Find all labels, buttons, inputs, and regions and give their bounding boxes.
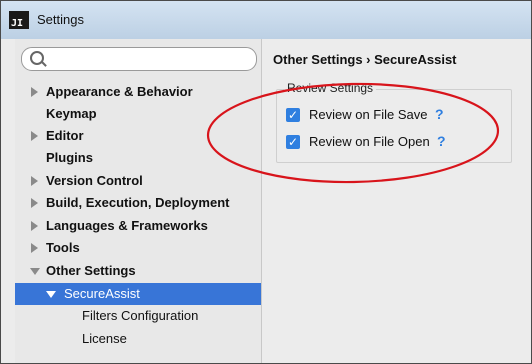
sidebar-item-label: Editor — [46, 128, 84, 143]
chevron-right-icon[interactable] — [31, 198, 38, 208]
sidebar-item-editor[interactable]: Editor — [15, 125, 261, 147]
review-on-file-open-checkbox[interactable]: ✓ — [286, 135, 300, 149]
sidebar-item-label: Filters Configuration — [82, 308, 199, 323]
group-title: Review Settings — [284, 81, 377, 95]
search-icon — [30, 51, 44, 65]
sidebar-item-secureassist[interactable]: SecureAssist — [15, 283, 261, 305]
sidebar-item-filters-configuration[interactable]: Filters Configuration — [15, 305, 261, 327]
intellij-app-icon: JI — [9, 11, 29, 29]
help-icon[interactable]: ? — [437, 133, 446, 149]
window-title: Settings — [37, 12, 84, 27]
sidebar-item-label: Tools — [46, 240, 80, 255]
chevron-right-icon[interactable] — [31, 243, 38, 253]
sidebar-item-label: Languages & Frameworks — [46, 218, 208, 233]
chevron-down-icon[interactable] — [30, 268, 40, 275]
breadcrumb: Other Settings › SecureAssist — [273, 52, 457, 67]
settings-content: Other Settings › SecureAssist Review Set… — [262, 39, 531, 363]
review-settings-group: Review Settings ✓ Review on File Save ? … — [276, 81, 512, 163]
sidebar-item-license[interactable]: License — [15, 328, 261, 350]
sidebar-item-plugins[interactable]: Plugins — [15, 147, 261, 169]
settings-sidebar: Appearance & Behavior Keymap Editor Plug… — [15, 39, 262, 363]
sidebar-item-label: Plugins — [46, 150, 93, 165]
sidebar-item-build-execution-deployment[interactable]: Build, Execution, Deployment — [15, 192, 261, 214]
chevron-right-icon[interactable] — [31, 87, 38, 97]
sidebar-item-tools[interactable]: Tools — [15, 237, 261, 259]
sidebar-item-version-control[interactable]: Version Control — [15, 170, 261, 192]
sidebar-item-appearance-behavior[interactable]: Appearance & Behavior — [15, 81, 261, 103]
sidebar-item-label: Version Control — [46, 173, 143, 188]
review-on-file-save-checkbox[interactable]: ✓ — [286, 108, 300, 122]
search-input[interactable] — [46, 50, 250, 68]
chevron-down-icon[interactable] — [46, 291, 56, 298]
sidebar-item-keymap[interactable]: Keymap — [15, 103, 261, 125]
chevron-right-icon[interactable] — [31, 131, 38, 141]
search-box[interactable] — [21, 47, 257, 71]
sidebar-item-label: Appearance & Behavior — [46, 84, 193, 99]
review-on-file-save-label: Review on File Save — [309, 107, 428, 122]
help-icon[interactable]: ? — [435, 106, 444, 122]
sidebar-item-other-settings[interactable]: Other Settings — [15, 260, 261, 282]
sidebar-item-languages-frameworks[interactable]: Languages & Frameworks — [15, 215, 261, 237]
chevron-right-icon[interactable] — [31, 176, 38, 186]
chevron-right-icon[interactable] — [31, 221, 38, 231]
sidebar-item-label: SecureAssist — [64, 286, 140, 301]
title-bar: JI Settings — [1, 1, 531, 39]
sidebar-item-label: Other Settings — [46, 263, 136, 278]
settings-window: JI Settings Appearance & Behavior Keymap… — [0, 0, 532, 364]
sidebar-item-label: Keymap — [46, 106, 97, 121]
sidebar-item-label: License — [82, 331, 127, 346]
sidebar-item-label: Build, Execution, Deployment — [46, 195, 230, 210]
review-on-file-open-label: Review on File Open — [309, 134, 430, 149]
